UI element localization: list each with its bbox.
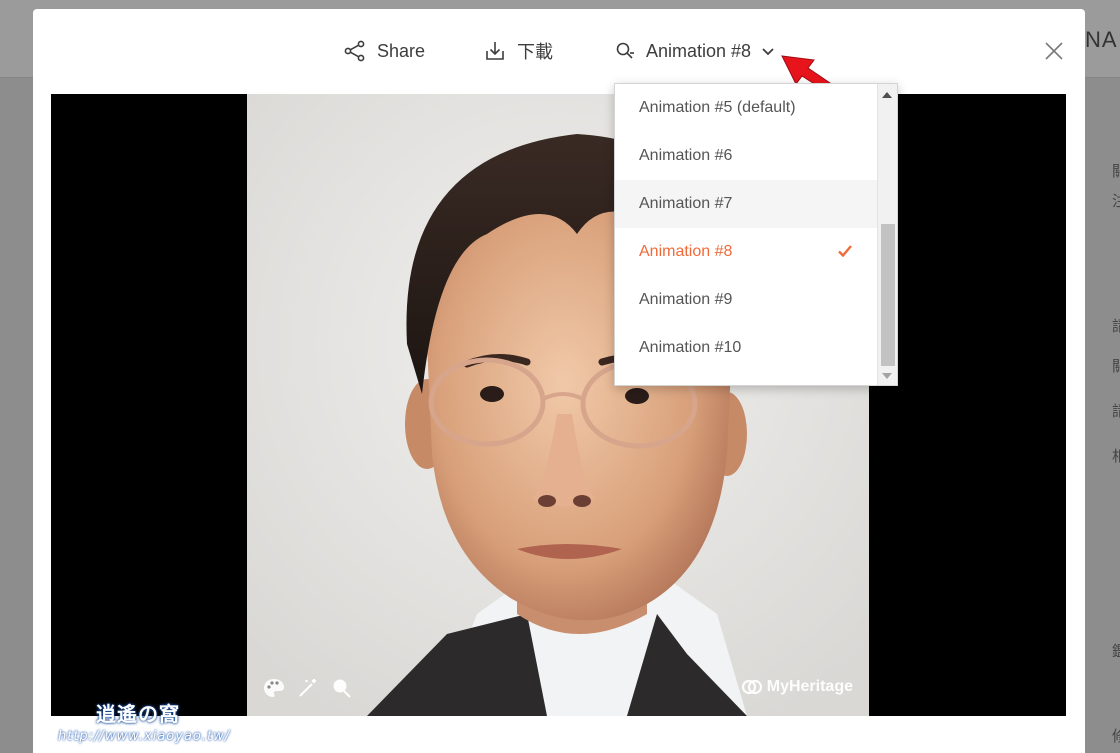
background-text: 請 <box>1112 402 1120 420</box>
photo-viewer[interactable]: MyHeritage <box>51 94 1066 716</box>
checkmark-icon <box>838 245 852 258</box>
close-icon[interactable] <box>1043 40 1065 62</box>
background-text: 修 <box>1112 727 1120 745</box>
animation-select-label: Animation #8 <box>646 40 752 61</box>
background-brand-fragment: NA <box>1085 27 1118 52</box>
site-watermark: 逍遙の窩 http://www.xiaoyao.tw/ <box>58 698 258 753</box>
download-button[interactable]: 下載 <box>483 37 553 65</box>
photo-tools <box>263 678 353 698</box>
background-text: 相 <box>1112 447 1120 465</box>
photo-modal: Share 下載 Animation #8 MyHeritage <box>33 9 1085 753</box>
background-text: 關 <box>1112 162 1120 180</box>
myheritage-brand: MyHeritage <box>766 678 853 695</box>
download-label: 下載 <box>517 42 553 62</box>
watermark-url: http://www.xiaoyao.tw/ <box>58 729 231 744</box>
animation-select[interactable]: Animation #8 <box>614 37 775 65</box>
animation-option[interactable]: Animation #7 <box>615 180 877 228</box>
chevron-down-icon <box>762 48 774 56</box>
scroll-down-icon[interactable] <box>882 373 892 379</box>
animation-dropdown[interactable]: Animation #5 (default) Animation #6 Anim… <box>614 83 898 386</box>
download-icon <box>486 42 504 60</box>
watermark-logo: 逍遙の窩 <box>96 702 180 726</box>
animation-option[interactable]: Animation #9 <box>615 276 877 324</box>
palette-icon[interactable] <box>263 678 285 698</box>
background-text: 請 <box>1112 317 1120 335</box>
scroll-up-icon[interactable] <box>882 92 892 98</box>
dropdown-scrollbar[interactable] <box>877 84 897 385</box>
animate-icon <box>616 42 634 59</box>
background-text: 鑑 <box>1112 642 1120 660</box>
animation-option[interactable]: Animation #6 <box>615 132 877 180</box>
background-text: 注 <box>1112 192 1120 210</box>
myheritage-icon <box>741 679 762 695</box>
magic-wand-icon[interactable] <box>297 678 319 698</box>
animation-option[interactable]: Animation #10 <box>615 324 877 372</box>
animation-option[interactable]: Animation #5 (default) <box>615 84 877 132</box>
background-text: 關 <box>1112 357 1120 375</box>
share-button[interactable]: Share <box>343 37 425 65</box>
share-label: Share <box>377 40 426 61</box>
share-icon <box>344 40 365 62</box>
animate-icon[interactable] <box>331 678 353 698</box>
scrollbar-thumb[interactable] <box>881 224 895 366</box>
myheritage-logo: MyHeritage <box>741 678 853 696</box>
animation-option-selected[interactable]: Animation #8 <box>615 228 877 276</box>
